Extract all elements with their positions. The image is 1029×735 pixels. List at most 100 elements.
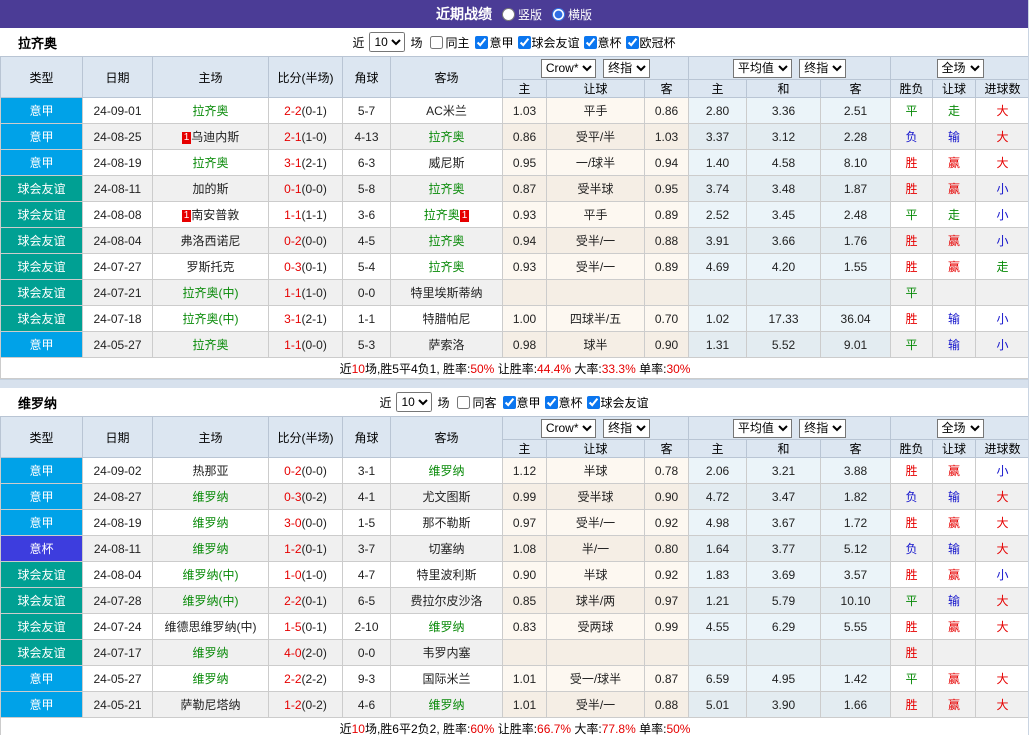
result-handicap: 赢 — [932, 665, 977, 692]
crown-home-odds: 0.93 — [502, 201, 547, 228]
match-row: 意甲 24-08-19 维罗纳 3-0(0-0) 1-5 那不勒斯 0.97 受半/一 0.92… — [0, 509, 1028, 536]
col-corner: 角球 — [342, 416, 391, 458]
average-select[interactable]: 平均值 — [732, 58, 792, 78]
date-cell: 24-09-01 — [82, 97, 153, 124]
col-type: 类型 — [0, 416, 83, 458]
result-wdl: 平 — [890, 97, 934, 124]
summary-stat-value: 44.4% — [537, 361, 572, 376]
home-team[interactable]: 维罗纳 — [152, 535, 269, 562]
red-card-badge: 1 — [181, 210, 192, 222]
result-handicap: 输 — [932, 331, 977, 358]
match-count-select[interactable]: 10 — [396, 392, 433, 412]
home-team[interactable]: 拉齐奥(中) — [152, 279, 269, 306]
away-team[interactable]: 拉齐奥 — [390, 227, 503, 254]
match-row: 意甲 24-05-27 拉齐奥 1-1(0-0) 5-3 萨索洛 0.98 球半 0.90 1.3… — [0, 331, 1028, 358]
col-handicap-away: 客 — [643, 439, 690, 458]
crown-away-odds: 0.80 — [643, 535, 690, 562]
away-team[interactable]: 维罗纳 — [390, 613, 503, 640]
average-final-index-select[interactable]: 终指 — [799, 58, 847, 78]
bookmaker-select[interactable]: Crow* — [540, 58, 596, 78]
full-time-score: 0-3 — [284, 259, 302, 274]
result-wdl: 平 — [890, 279, 934, 306]
home-team: 萨勒尼塔纳 — [152, 691, 269, 718]
layout-option-horizontal[interactable]: 横版 — [552, 6, 592, 23]
league-cell: 意甲 — [0, 691, 83, 718]
same-venue-filter[interactable]: 同主 — [430, 34, 469, 51]
league-filter-球会友谊[interactable]: 球会友谊 — [517, 34, 580, 51]
corner-cell: 4-6 — [342, 691, 391, 718]
average-final-index-select[interactable]: 终指 — [799, 418, 847, 438]
same-venue-filter[interactable]: 同客 — [457, 394, 497, 411]
away-team-name: 拉齐奥 — [423, 208, 460, 222]
result-handicap: 赢 — [932, 613, 977, 640]
away-team[interactable]: 拉齐奥 1 — [390, 201, 503, 228]
crown-home-odds: 0.87 — [502, 175, 547, 202]
league-checkbox[interactable] — [625, 35, 639, 49]
home-team[interactable]: 拉齐奥(中) — [152, 305, 269, 332]
league-checkbox[interactable] — [583, 35, 597, 49]
half-time-score: (0-1) — [301, 259, 327, 274]
filter-suffix-label: 场 — [437, 395, 450, 410]
result-wdl: 胜 — [890, 305, 934, 332]
home-team[interactable]: 拉齐奥 — [152, 149, 269, 176]
bookmaker-select[interactable]: Crow* — [540, 418, 596, 438]
away-team[interactable]: 拉齐奥 — [390, 175, 503, 202]
league-checkbox[interactable] — [517, 35, 531, 49]
average-select[interactable]: 平均值 — [732, 418, 792, 438]
scope-select[interactable]: 全场 — [936, 418, 984, 438]
handicap-final-index-select[interactable]: 终指 — [603, 58, 651, 78]
same-venue-checkbox[interactable] — [457, 395, 471, 409]
away-team[interactable]: 拉齐奥 — [390, 253, 503, 280]
league-filter-意杯[interactable]: 意杯 — [544, 394, 583, 411]
home-team[interactable]: 维罗纳(中) — [152, 561, 269, 588]
away-team[interactable]: 拉齐奥 — [390, 123, 503, 150]
col-away: 客场 — [390, 416, 503, 458]
half-time-score: (0-0) — [301, 515, 327, 530]
league-filter-欧冠杯[interactable]: 欧冠杯 — [625, 34, 676, 51]
home-team[interactable]: 维罗纳(中) — [152, 587, 269, 614]
vertical-layout-radio[interactable] — [501, 7, 515, 21]
home-team-name: 维罗纳 — [192, 542, 229, 556]
league-filter-意甲[interactable]: 意甲 — [502, 394, 541, 411]
corner-cell: 4-1 — [342, 483, 391, 510]
home-team[interactable]: 维罗纳 — [152, 483, 269, 510]
avg-draw-odds: 3.21 — [746, 457, 822, 484]
home-team[interactable]: 拉齐奥 — [152, 331, 269, 358]
half-time-score: (0-2) — [301, 489, 327, 504]
avg-away-odds: 2.28 — [820, 123, 892, 150]
date-cell: 24-07-17 — [82, 639, 153, 666]
league-checkbox[interactable] — [475, 35, 489, 49]
horizontal-layout-radio[interactable] — [552, 7, 565, 21]
avg-away-odds: 3.57 — [820, 561, 892, 588]
match-row: 球会友谊 24-08-04 维罗纳(中) 1-0(1-0) 4-7 特里波利斯 0.90 半球… — [0, 561, 1028, 588]
home-team[interactable]: 维罗纳 — [152, 509, 269, 536]
col-score: 比分(半场) — [268, 416, 343, 458]
avg-draw-odds: 5.79 — [746, 587, 822, 614]
result-goals: 小 — [975, 201, 1028, 228]
filter-suffix-label: 场 — [410, 35, 423, 50]
full-time-score: 2-1 — [284, 129, 302, 144]
date-cell: 24-07-24 — [82, 613, 153, 640]
col-euro-draw: 和 — [746, 79, 822, 98]
away-team[interactable]: 维罗纳 — [390, 691, 503, 718]
league-checkbox[interactable] — [586, 395, 600, 409]
layout-option-vertical[interactable]: 竖版 — [501, 6, 542, 23]
league-checkbox[interactable] — [544, 395, 558, 409]
handicap-final-index-select[interactable]: 终指 — [603, 418, 651, 438]
league-label: 意甲 — [516, 395, 541, 410]
same-venue-checkbox[interactable] — [430, 35, 444, 49]
league-checkbox[interactable] — [502, 395, 516, 409]
away-team[interactable]: 维罗纳 — [390, 457, 503, 484]
home-team[interactable]: 维罗纳 — [152, 639, 269, 666]
home-team[interactable]: 拉齐奥 — [152, 97, 269, 124]
league-filter-球会友谊[interactable]: 球会友谊 — [586, 394, 649, 411]
home-team[interactable]: 维罗纳 — [152, 665, 269, 692]
avg-away-odds: 1.82 — [820, 483, 892, 510]
scope-select[interactable]: 全场 — [936, 58, 984, 78]
league-filter-意杯[interactable]: 意杯 — [583, 34, 622, 51]
crown-away-odds: 0.92 — [643, 509, 690, 536]
league-filter-意甲[interactable]: 意甲 — [475, 34, 514, 51]
summary-text: 近 — [339, 721, 352, 735]
match-count-select[interactable]: 10 — [369, 32, 406, 52]
full-time-score: 2-2 — [284, 103, 302, 118]
